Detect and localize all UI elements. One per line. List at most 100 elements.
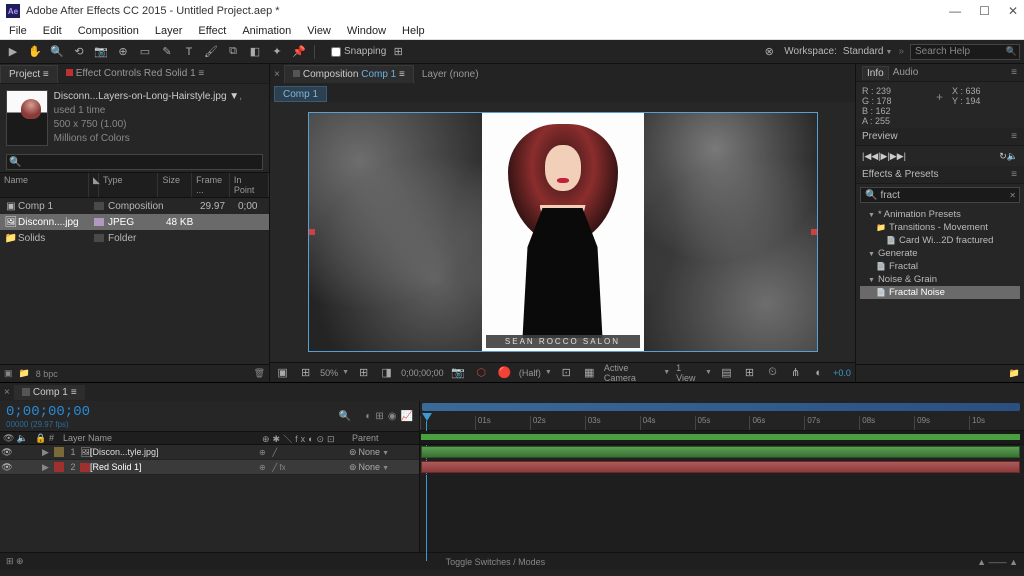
work-area-bar[interactable] — [422, 403, 1020, 411]
pixel-aspect-icon[interactable]: ▤ — [718, 364, 735, 382]
frame-blend-icon[interactable]: ⊞ — [375, 411, 383, 422]
effects-panel-menu-icon[interactable]: ≡ — [1011, 169, 1018, 180]
menu-composition[interactable]: Composition — [71, 23, 146, 39]
tab-project[interactable]: Project ≡ — [0, 65, 58, 83]
tab-audio[interactable]: Audio — [889, 66, 923, 79]
maximize-button[interactable]: ☐ — [979, 4, 990, 18]
timeline-tab-comp1[interactable]: Comp 1 ≡ — [14, 385, 85, 400]
text-tool-icon[interactable]: T — [180, 43, 198, 61]
play-button[interactable]: ▶ — [881, 151, 888, 162]
magnification-icon[interactable]: ⊞ — [297, 364, 314, 382]
effects-search-input[interactable]: 🔍fract — [860, 187, 1020, 203]
selection-tool-icon[interactable]: ▶ — [4, 43, 22, 61]
first-frame-button[interactable]: |◀ — [862, 151, 871, 162]
toggle-switches-icon[interactable]: ⊞ ⊕ — [6, 556, 24, 567]
new-bin-icon[interactable]: 📁 — [1009, 368, 1020, 379]
info-panel-menu-icon[interactable]: ≡ — [1011, 67, 1018, 78]
project-item-comp[interactable]: ▣ Comp 1 Composition 29.97 0;00 — [0, 198, 269, 214]
menu-effect[interactable]: Effect — [191, 23, 233, 39]
tab-layer-viewer[interactable]: Layer (none) — [414, 66, 487, 83]
time-ruler[interactable]: 01s02s03s04s05s06s07s08s09s10s — [420, 401, 1024, 431]
fast-preview-icon[interactable]: ⊞ — [741, 364, 758, 382]
delete-icon[interactable]: 🗑 — [254, 368, 265, 379]
shy-icon[interactable]: ◐ — [365, 411, 371, 422]
project-item-image[interactable]: 🖼 Disconn....jpg JPEG 48 KB — [0, 214, 269, 230]
zoom-tool-icon[interactable]: 🔍 — [48, 43, 66, 61]
camera-dropdown[interactable]: Active Camera — [604, 363, 670, 383]
camera-tool-icon[interactable]: 📷 — [92, 43, 110, 61]
grid-icon[interactable]: ⊞ — [355, 364, 372, 382]
toggle-switches-modes[interactable]: Toggle Switches / Modes — [446, 557, 546, 567]
tab-preview[interactable]: Preview — [862, 131, 898, 142]
exposure-value[interactable]: +0.0 — [833, 368, 851, 378]
tree-fractal-noise[interactable]: Fractal Noise — [860, 286, 1020, 299]
layer-track-2[interactable] — [420, 460, 1024, 475]
minimize-button[interactable]: — — [949, 4, 961, 18]
loop-button[interactable]: ↻ — [999, 151, 1007, 162]
layer-row-2[interactable]: 👁 ▶ 2 [Red Solid 1] ⊕ ╱ fx ⊚None — [0, 460, 419, 475]
parent-dropdown-1[interactable]: None — [359, 447, 389, 457]
col-size[interactable]: Size — [158, 173, 192, 197]
show-channel-icon[interactable]: ⬡ — [473, 364, 490, 382]
tab-effect-controls[interactable]: Effect Controls Red Solid 1 ≡ — [58, 65, 213, 82]
puppet-tool-icon[interactable]: 📌 — [290, 43, 308, 61]
current-time[interactable]: 0;00;00;00 — [401, 368, 444, 378]
pen-tool-icon[interactable]: ✎ — [158, 43, 176, 61]
tab-info[interactable]: Info — [862, 66, 889, 80]
col-type[interactable]: Type — [99, 173, 158, 197]
layer-handle-right[interactable] — [811, 229, 817, 235]
project-search-input[interactable]: 🔍 — [6, 154, 263, 170]
comp-breadcrumb[interactable]: Comp 1 — [274, 86, 327, 102]
rotate-tool-icon[interactable]: ⟲ — [70, 43, 88, 61]
menu-animation[interactable]: Animation — [235, 23, 298, 39]
hand-tool-icon[interactable]: ✋ — [26, 43, 44, 61]
resolution-dropdown[interactable]: (Half) — [519, 368, 552, 378]
col-layer-name[interactable]: Layer Name — [60, 433, 259, 443]
always-preview-icon[interactable]: ▣ — [274, 364, 291, 382]
menu-help[interactable]: Help — [395, 23, 432, 39]
layer-visibility-icon[interactable]: 👁 — [0, 447, 14, 458]
tab-effects-presets[interactable]: Effects & Presets — [862, 169, 939, 180]
eraser-tool-icon[interactable]: ◧ — [246, 43, 264, 61]
tree-generate[interactable]: Generate — [860, 247, 1020, 260]
preview-panel-menu-icon[interactable]: ≡ — [1011, 131, 1018, 142]
tree-transitions-movement[interactable]: Transitions - Movement — [860, 221, 1020, 234]
last-frame-button[interactable]: ▶| — [897, 151, 906, 162]
search-help-input[interactable]: Search Help — [910, 44, 1020, 60]
roi-icon[interactable]: ⊡ — [558, 364, 575, 382]
mute-button[interactable]: 🔈 — [1007, 151, 1018, 162]
menu-layer[interactable]: Layer — [148, 23, 190, 39]
mask-icon[interactable]: ◨ — [378, 364, 395, 382]
timeline-icon[interactable]: ⏲ — [764, 364, 781, 382]
zoom-slider[interactable]: ▲ —— ▲ — [977, 557, 1018, 567]
transparency-icon[interactable]: ▦ — [581, 364, 598, 382]
col-inpoint[interactable]: In Point — [230, 173, 269, 197]
layer-track-1[interactable] — [420, 445, 1024, 460]
col-framerate[interactable]: Frame ... — [192, 173, 230, 197]
graph-editor-icon[interactable]: 📈 — [401, 411, 413, 422]
snapping-checkbox[interactable] — [331, 47, 341, 57]
pan-behind-tool-icon[interactable]: ⊕ — [114, 43, 132, 61]
col-label-icon[interactable]: ◣ — [89, 173, 99, 197]
project-item-solids-folder[interactable]: 📁 Solids Folder — [0, 230, 269, 246]
menu-view[interactable]: View — [300, 23, 338, 39]
tab-composition-viewer[interactable]: Composition Comp 1 ≡ — [284, 65, 414, 83]
close-button[interactable]: ✕ — [1008, 4, 1018, 18]
menu-edit[interactable]: Edit — [36, 23, 69, 39]
col-name[interactable]: Name — [0, 173, 89, 197]
tree-fractal[interactable]: Fractal — [860, 260, 1020, 273]
parent-dropdown-2[interactable]: None — [359, 462, 389, 472]
menu-window[interactable]: Window — [340, 23, 393, 39]
tree-noise-grain[interactable]: Noise & Grain — [860, 273, 1020, 286]
layer-row-1[interactable]: 👁 ▶ 1 🖼 [Discon...tyle.jpg] ⊕ ╱ ⊚None — [0, 445, 419, 460]
snapshot-icon[interactable]: 📷 — [450, 364, 467, 382]
zoom-dropdown[interactable]: 50% — [320, 368, 349, 378]
tree-card-wipe-fractured[interactable]: Card Wi...2D fractured — [860, 234, 1020, 247]
motion-blur-icon[interactable]: ◉ — [388, 411, 397, 422]
reset-exposure-icon[interactable]: ◐ — [810, 364, 827, 382]
layer-handle-left[interactable] — [309, 229, 315, 235]
tree-animation-presets[interactable]: * Animation Presets — [860, 208, 1020, 221]
current-timecode[interactable]: 0;00;00;00 — [6, 404, 90, 420]
workspace-dropdown[interactable]: Standard — [843, 46, 893, 57]
menu-file[interactable]: File — [2, 23, 34, 39]
